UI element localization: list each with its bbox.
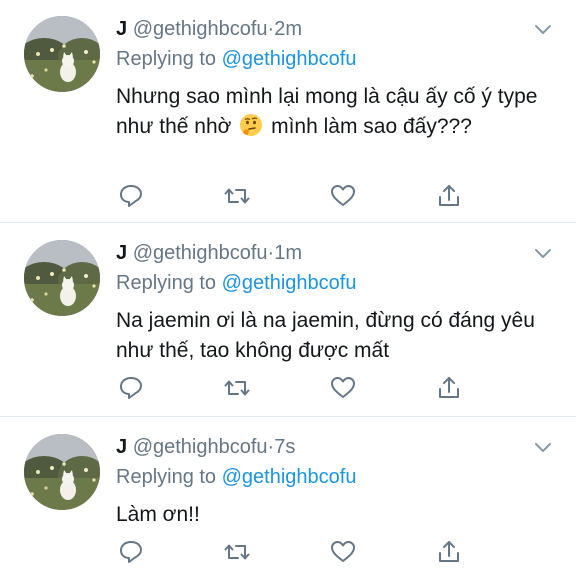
retweet-button[interactable] xyxy=(223,182,251,210)
retweet-button[interactable] xyxy=(223,374,251,402)
reply-button[interactable] xyxy=(117,538,145,566)
replying-to: Replying to @gethighbcofu xyxy=(116,464,356,490)
reply-button[interactable] xyxy=(117,374,145,402)
tweet-actions xyxy=(117,374,467,402)
tweet-text-part: mình làm sao đấy??? xyxy=(271,115,472,138)
heart-icon xyxy=(331,185,355,206)
display-name[interactable]: J xyxy=(116,436,127,458)
reply-icon xyxy=(120,377,142,399)
heart-icon xyxy=(331,541,355,562)
timestamp[interactable]: 2m xyxy=(274,18,302,40)
replying-to-label: Replying to xyxy=(116,466,217,488)
tweet-actions xyxy=(117,182,467,210)
tweet-header: J @gethighbcofu·2m xyxy=(116,16,302,42)
user-handle[interactable]: @gethighbcofu xyxy=(133,242,268,264)
replying-to: Replying to @gethighbcofu xyxy=(116,46,356,72)
display-name[interactable]: J xyxy=(116,242,127,264)
tweet-header: J @gethighbcofu·7s xyxy=(116,434,295,460)
reply-icon xyxy=(120,541,142,563)
mention-link[interactable]: @gethighbcofu xyxy=(222,48,357,70)
retweet-button[interactable] xyxy=(223,538,251,566)
replying-to-label: Replying to xyxy=(116,48,217,70)
reply-button[interactable] xyxy=(117,182,145,210)
share-button[interactable] xyxy=(435,538,463,566)
avatar[interactable] xyxy=(24,434,100,510)
tweet-text: Làm ơn!! xyxy=(116,503,200,526)
replying-to-label: Replying to xyxy=(116,272,217,294)
divider xyxy=(0,222,576,223)
like-button[interactable] xyxy=(329,538,357,566)
like-button[interactable] xyxy=(329,182,357,210)
share-icon xyxy=(439,541,459,562)
share-icon xyxy=(439,185,459,206)
tweet-text: Na jaemin ơi là na jaemin, đừng có đáng … xyxy=(116,309,535,362)
avatar[interactable] xyxy=(24,240,100,316)
chevron-down-icon[interactable] xyxy=(532,436,554,458)
display-name[interactable]: J xyxy=(116,18,127,40)
chevron-down-icon[interactable] xyxy=(532,242,554,264)
heart-icon xyxy=(331,377,355,398)
timestamp[interactable]: 7s xyxy=(274,436,295,458)
timestamp[interactable]: 1m xyxy=(274,242,302,264)
retweet-icon xyxy=(224,544,250,560)
reply-icon xyxy=(120,185,142,207)
like-button[interactable] xyxy=(329,374,357,402)
tweet-text: Nhưng sao mình lại mong là cậu ấy cố ý t… xyxy=(116,82,556,142)
replying-to: Replying to @gethighbcofu xyxy=(116,270,356,296)
thinking-face-icon xyxy=(240,114,263,136)
chevron-down-icon[interactable] xyxy=(532,18,554,40)
user-handle[interactable]: @gethighbcofu xyxy=(133,436,268,458)
share-icon xyxy=(439,377,459,398)
share-button[interactable] xyxy=(435,374,463,402)
share-button[interactable] xyxy=(435,182,463,210)
mention-link[interactable]: @gethighbcofu xyxy=(222,466,357,488)
avatar[interactable] xyxy=(24,16,100,92)
retweet-icon xyxy=(224,380,250,396)
tweet-header: J @gethighbcofu·1m xyxy=(116,240,302,266)
mention-link[interactable]: @gethighbcofu xyxy=(222,272,357,294)
user-handle[interactable]: @gethighbcofu xyxy=(133,18,268,40)
divider xyxy=(0,416,576,417)
tweet-actions xyxy=(117,538,467,566)
retweet-icon xyxy=(224,188,250,204)
